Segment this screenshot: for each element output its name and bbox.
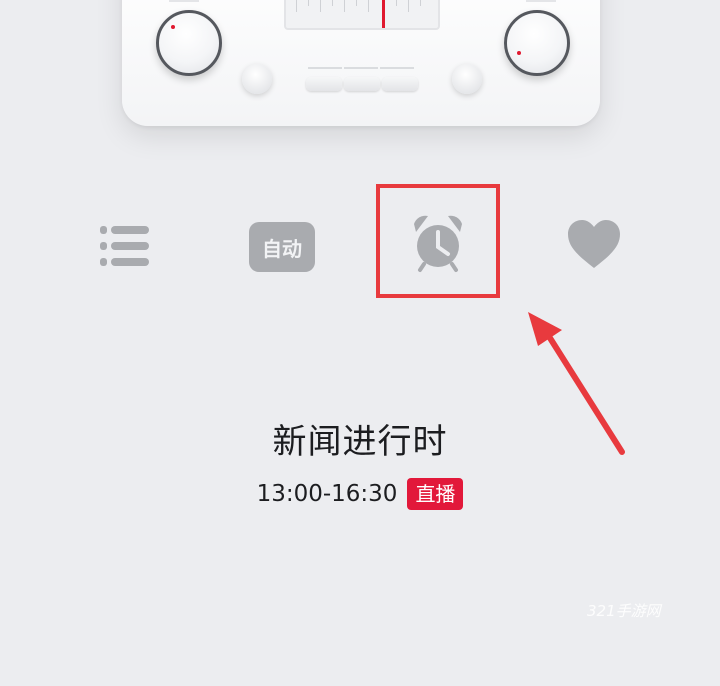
live-badge: 直播 [407,478,464,510]
preset-button-1[interactable] [306,77,342,91]
preset-button-2[interactable] [344,77,380,91]
small-knob-right[interactable] [452,64,482,94]
heart-icon[interactable] [566,218,622,272]
tuning-needle [382,0,385,28]
radio-player-screen: 自动 新闻进行时 13:00-16:30 直播 321手游网 [0,0,720,686]
alarm-clock-icon[interactable] [408,210,468,274]
tuning-dial [284,0,440,30]
program-time: 13:00-16:30 [256,481,398,507]
preset-button-3[interactable] [382,77,418,91]
watermark: 321手游网 [587,602,661,620]
radio-device-illustration [122,0,600,126]
program-schedule: 13:00-16:30 直播 [0,478,720,510]
auto-mode-button[interactable]: 自动 [249,222,315,272]
tuning-knob[interactable] [504,10,570,76]
program-title: 新闻进行时 [272,422,448,462]
volume-knob[interactable] [156,10,222,76]
list-icon[interactable] [100,222,152,270]
small-knob-left[interactable] [242,64,272,94]
